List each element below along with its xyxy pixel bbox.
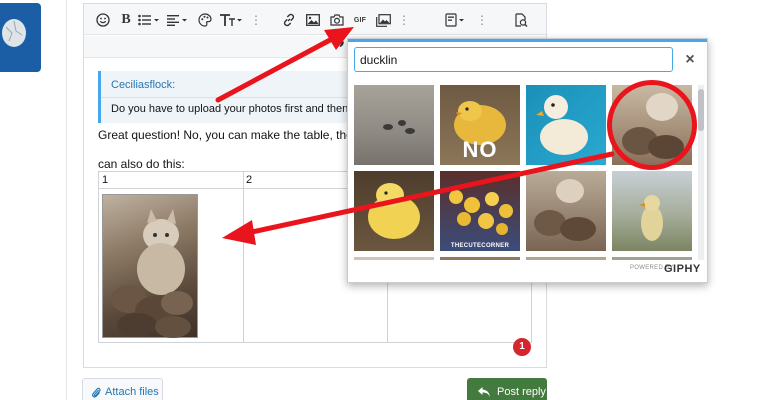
reply-text-part: Great question! No, you can make the tab…: [98, 128, 363, 142]
notification-badge[interactable]: 1: [513, 338, 531, 356]
post-reply-label: Post reply: [497, 386, 546, 398]
reply-text-line: can also do this:: [98, 157, 185, 171]
giphy-search-input[interactable]: [354, 47, 673, 72]
table-header-cell[interactable]: 2: [246, 174, 252, 186]
table-header-cell[interactable]: 1: [102, 174, 108, 186]
text-size-icon[interactable]: [218, 10, 244, 30]
more-icon[interactable]: ⋮: [398, 12, 410, 28]
table-column-divider: [243, 172, 244, 342]
list-icon[interactable]: [137, 10, 161, 30]
gif-thumbnail[interactable]: [526, 85, 606, 165]
preview-icon[interactable]: [512, 10, 530, 30]
avatar[interactable]: [0, 3, 41, 72]
gif-thumbnail[interactable]: [354, 85, 434, 165]
editor-toolbar: B ⋮ GIF ⋮ ⋮: [84, 4, 546, 35]
post-reply-button[interactable]: Post reply: [467, 378, 547, 400]
gif-thumbnail[interactable]: [354, 257, 434, 260]
more-icon[interactable]: ⋮: [250, 12, 262, 28]
gif-caption: THECUTECORNER: [450, 243, 510, 249]
avatar-image: [2, 19, 26, 47]
annotation-circle: [607, 80, 697, 170]
gif-thumbnail[interactable]: [526, 171, 606, 251]
quote-icon[interactable]: ”: [334, 37, 346, 61]
template-icon[interactable]: [444, 10, 468, 30]
media-icon[interactable]: [374, 10, 392, 30]
quote-author[interactable]: Ceciliasflock:: [111, 79, 175, 91]
align-icon[interactable]: [166, 10, 190, 30]
giphy-accent-bar: [348, 39, 707, 42]
gif-thumbnail[interactable]: [612, 171, 692, 251]
reply-icon: [478, 387, 490, 397]
gif-thumbnail[interactable]: THECUTECORNER: [440, 171, 520, 251]
attach-files-label: Attach files: [105, 386, 159, 398]
paperclip-icon: [92, 387, 101, 398]
quoted-message: Ceciliasflock: Do you have to upload you…: [98, 71, 391, 123]
scrollbar-thumb[interactable]: [698, 89, 704, 131]
gif-caption: NO: [462, 137, 498, 162]
gif-thumbnail[interactable]: [612, 257, 692, 260]
embedded-gif[interactable]: [102, 194, 198, 338]
link-icon[interactable]: [280, 10, 298, 30]
gif-button[interactable]: GIF: [350, 10, 370, 30]
giphy-logo: GIPHY: [664, 263, 701, 275]
layout-divider: [66, 0, 67, 400]
camera-icon[interactable]: [328, 10, 346, 30]
bold-icon[interactable]: B: [118, 10, 134, 30]
close-icon[interactable]: ×: [681, 50, 699, 70]
gif-thumbnail[interactable]: NO: [440, 85, 520, 165]
palette-icon[interactable]: [196, 10, 214, 30]
gif-thumbnail[interactable]: [354, 171, 434, 251]
gif-thumbnail[interactable]: [526, 257, 606, 260]
gif-thumbnail[interactable]: [440, 257, 520, 260]
more-icon[interactable]: ⋮: [476, 12, 488, 28]
quote-text: Do you have to upload your photos first …: [111, 103, 373, 115]
gif-results-scrollbar[interactable]: [698, 85, 704, 260]
reply-text: Great question! No, you can make the tab…: [98, 128, 379, 142]
attach-files-button[interactable]: Attach files: [82, 378, 163, 400]
smile-icon[interactable]: [94, 10, 112, 30]
image-icon[interactable]: [304, 10, 322, 30]
